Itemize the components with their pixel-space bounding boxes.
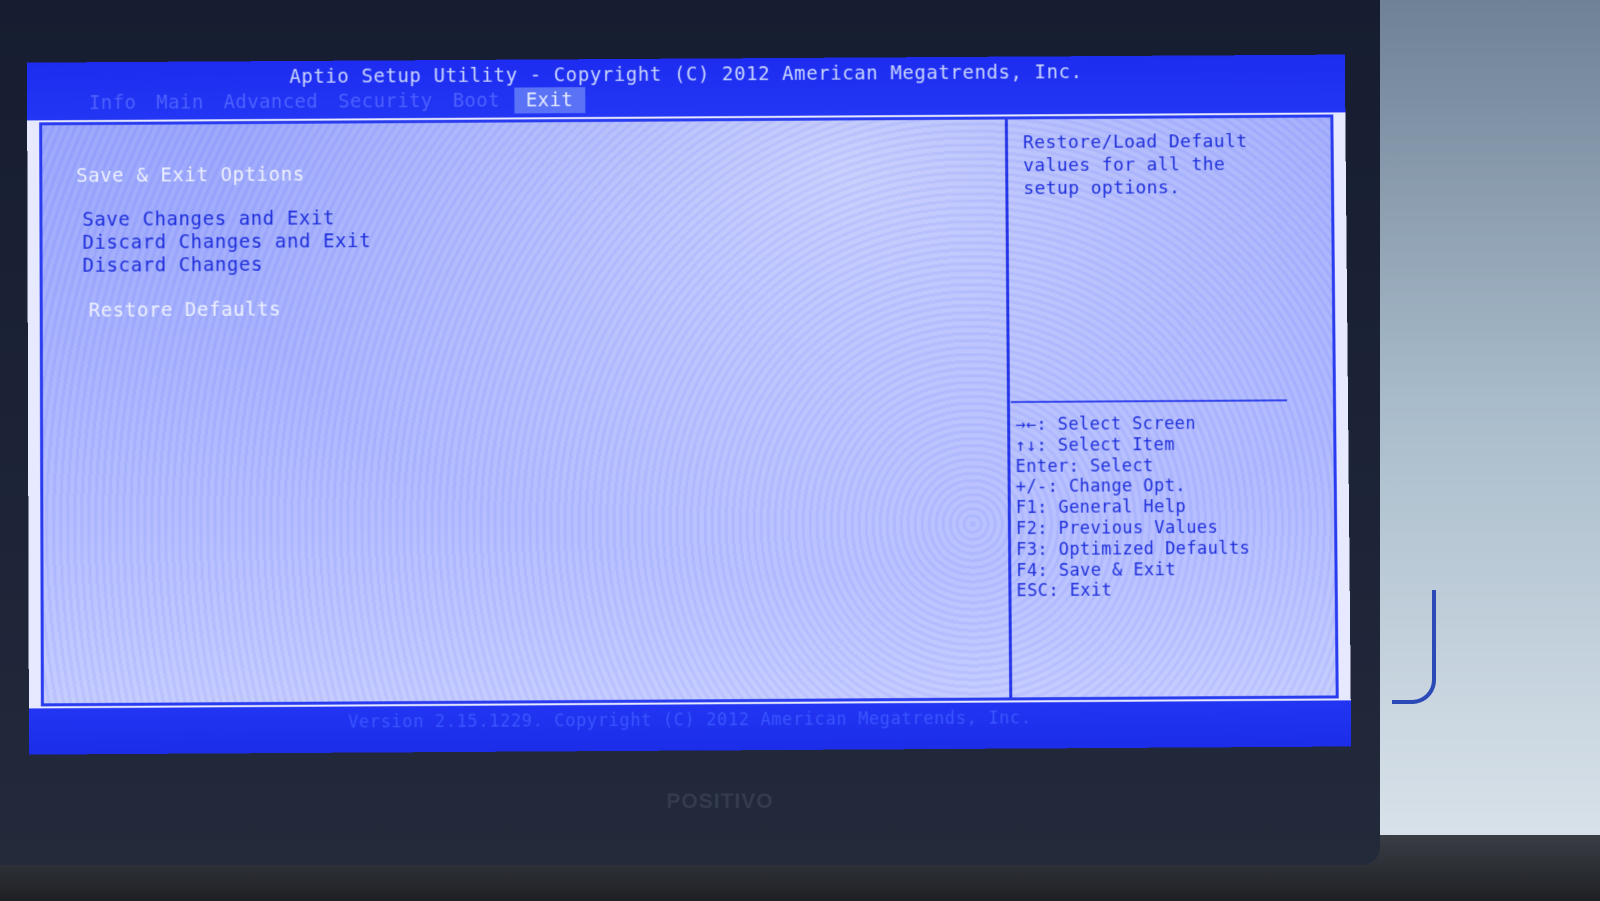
key-hint: F1: General Help bbox=[1016, 497, 1250, 519]
key-hint: +/-: Change Opt. bbox=[1016, 476, 1250, 498]
discard-changes-and-exit-option[interactable]: Discard Changes and Exit bbox=[76, 230, 371, 255]
bios-footer: Version 2.15.1229. Copyright (C) 2012 Am… bbox=[29, 700, 1351, 754]
help-description: Restore/Load Default values for all the … bbox=[1023, 130, 1283, 200]
background-wall bbox=[1370, 0, 1600, 901]
content-panel: Save & Exit Options Save Changes and Exi… bbox=[39, 114, 1339, 706]
tab-exit[interactable]: Exit bbox=[514, 87, 585, 113]
tab-main[interactable]: Main bbox=[150, 89, 217, 115]
save-changes-and-exit-option[interactable]: Save Changes and Exit bbox=[76, 207, 371, 232]
tab-info[interactable]: Info bbox=[83, 90, 150, 116]
key-hint: F2: Previous Values bbox=[1016, 518, 1250, 540]
tab-bar: Info Main Advanced Security Boot Exit bbox=[83, 87, 585, 116]
key-hint: ESC: Exit bbox=[1016, 580, 1250, 602]
bios-screen: Aptio Setup Utility - Copyright (C) 2012… bbox=[27, 55, 1351, 755]
discard-changes-option[interactable]: Discard Changes bbox=[77, 253, 372, 278]
bios-title: Aptio Setup Utility - Copyright (C) 2012… bbox=[27, 60, 1345, 90]
help-divider bbox=[1011, 399, 1287, 403]
key-hint: F3: Optimized Defaults bbox=[1016, 538, 1250, 560]
options-list: Save & Exit Options Save Changes and Exi… bbox=[76, 161, 371, 323]
key-hint: →←: Select Screen bbox=[1015, 414, 1249, 436]
key-hint: Enter: Select bbox=[1015, 455, 1249, 477]
tab-advanced[interactable]: Advanced bbox=[218, 89, 333, 116]
version-text: Version 2.15.1229. Copyright (C) 2012 Am… bbox=[29, 706, 1351, 734]
tab-security[interactable]: Security bbox=[332, 88, 447, 115]
restore-defaults-option[interactable]: Restore Defaults bbox=[77, 298, 372, 323]
key-legend: →←: Select Screen ↑↓: Select Item Enter:… bbox=[1015, 414, 1251, 603]
key-hint: ↑↓: Select Item bbox=[1015, 434, 1249, 456]
tab-boot[interactable]: Boot bbox=[447, 88, 514, 114]
photo-scene: POSITIVO Aptio Setup Utility - Copyright… bbox=[0, 0, 1600, 901]
usb-cable bbox=[1392, 590, 1436, 704]
section-title: Save & Exit Options bbox=[76, 161, 371, 189]
panel-divider bbox=[1005, 119, 1012, 697]
key-hint: F4: Save & Exit bbox=[1016, 559, 1250, 581]
bios-header: Aptio Setup Utility - Copyright (C) 2012… bbox=[27, 55, 1345, 121]
brand-logo: POSITIVO bbox=[640, 790, 800, 814]
